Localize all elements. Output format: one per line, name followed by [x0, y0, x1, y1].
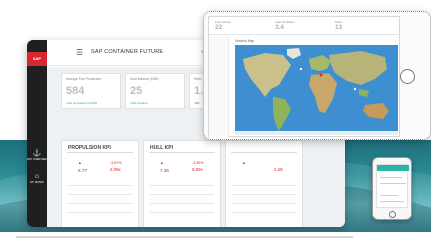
tablet-device: Fleet Status 22 Fuel Oil Status 3.4 Port…: [203, 11, 431, 140]
divider: [231, 152, 297, 153]
stat-card[interactable]: Data Balance (MBE) 25 +9% Positive: [125, 73, 185, 109]
home-button-icon[interactable]: [389, 211, 396, 218]
kpi-detail-lines: [68, 185, 132, 215]
kpi-detail-lines: [150, 185, 214, 215]
stat-value: 584: [66, 85, 85, 97]
caption-panel: [0, 232, 431, 240]
stat-label: Data Balance (MBE): [130, 77, 160, 81]
text-line: [380, 195, 398, 196]
kpi-detail-lines: [232, 185, 296, 215]
brand-logo: SAP: [27, 52, 47, 66]
stat-delta: -9%: [194, 101, 200, 105]
kpi-card-hull[interactable]: HULL KPI ▲ 7.36 -3.90% 0.69x: [143, 140, 221, 227]
kpi-ratio: 0.69x: [192, 167, 203, 172]
home-icon: ⌂: [34, 173, 40, 180]
trend-up-icon: ▲: [78, 161, 82, 165]
sidebar-item-day-overview[interactable]: ⚓ DAY OVERVIEW: [27, 150, 47, 161]
tablet-screen: Fleet Status 22 Fuel Oil Status 3.4 Port…: [208, 16, 401, 138]
kpi-card-propulsion[interactable]: PROPULSION KPI ▲ 5.77 -3.67% 2.09x: [61, 140, 139, 227]
divider: [149, 152, 215, 153]
kpi-ratio: 2.09x: [110, 167, 121, 172]
kpi-value: 5.77: [78, 168, 87, 173]
menu-icon[interactable]: ☰: [76, 48, 83, 57]
tablet-header: Fleet Status 22 Fuel Oil Status 3.4 Port…: [209, 17, 401, 35]
kpi-change: -3.90%: [192, 161, 204, 165]
app-title: SAP CONTAINER FUTURE: [91, 49, 164, 55]
sidebar-item-label: DAY OVERVIEW: [27, 158, 47, 161]
kpi-value: 7.36: [160, 168, 169, 173]
text-line: [380, 183, 406, 184]
home-button-icon[interactable]: [400, 69, 415, 84]
stat-value: 22: [215, 24, 223, 31]
stat-value: 13: [335, 24, 343, 31]
sidebar: SAP ⚓ DAY OVERVIEW ⌂ MY NOTES: [27, 40, 47, 227]
stat-delta: +4% compared to 2015: [66, 101, 98, 105]
kpi-card[interactable]: ▲ 2.29: [225, 140, 303, 227]
phone-header-bar: [377, 165, 409, 171]
text-line: [380, 201, 404, 202]
header-stat: Fleet Status 22: [215, 20, 231, 32]
tablet-side-panel: [209, 36, 229, 138]
kpi-change: -3.67%: [110, 161, 122, 165]
sidebar-item-label: MY NOTES: [30, 181, 44, 184]
phone-device: [372, 157, 412, 220]
header-stat: Ports 13: [335, 20, 342, 32]
text-line: [380, 177, 402, 178]
sidebar-item-my-notes[interactable]: ⌂ MY NOTES: [27, 173, 47, 184]
phone-screen: [376, 164, 409, 208]
divider: [67, 152, 133, 153]
stat-value: 25: [130, 85, 143, 97]
product-showcase: SAP ⚓ DAY OVERVIEW ⌂ MY NOTES ☰ SAP CONT…: [0, 0, 431, 240]
stat-label: Average Fuel Production: [66, 77, 102, 81]
anchor-icon: ⚓: [32, 150, 42, 157]
kpi-title: PROPULSION KPI: [68, 145, 111, 151]
world-map[interactable]: [235, 45, 398, 135]
stat-value: 3.4: [275, 24, 285, 31]
kpi-ratio: 2.29: [274, 167, 283, 172]
stat-card[interactable]: Average Fuel Production 584 +4% compared…: [61, 73, 121, 109]
stat-label: Ratio: [194, 77, 202, 81]
text-line: [16, 236, 353, 238]
trend-up-icon: ▲: [160, 161, 164, 165]
stat-delta: +9% Positive: [130, 101, 148, 105]
map-panel-title: Vessels Map: [235, 39, 255, 43]
kpi-title: HULL KPI: [150, 145, 173, 151]
trend-up-icon: ▲: [242, 161, 246, 165]
header-stat: Fuel Oil Status 3.4: [275, 20, 295, 32]
